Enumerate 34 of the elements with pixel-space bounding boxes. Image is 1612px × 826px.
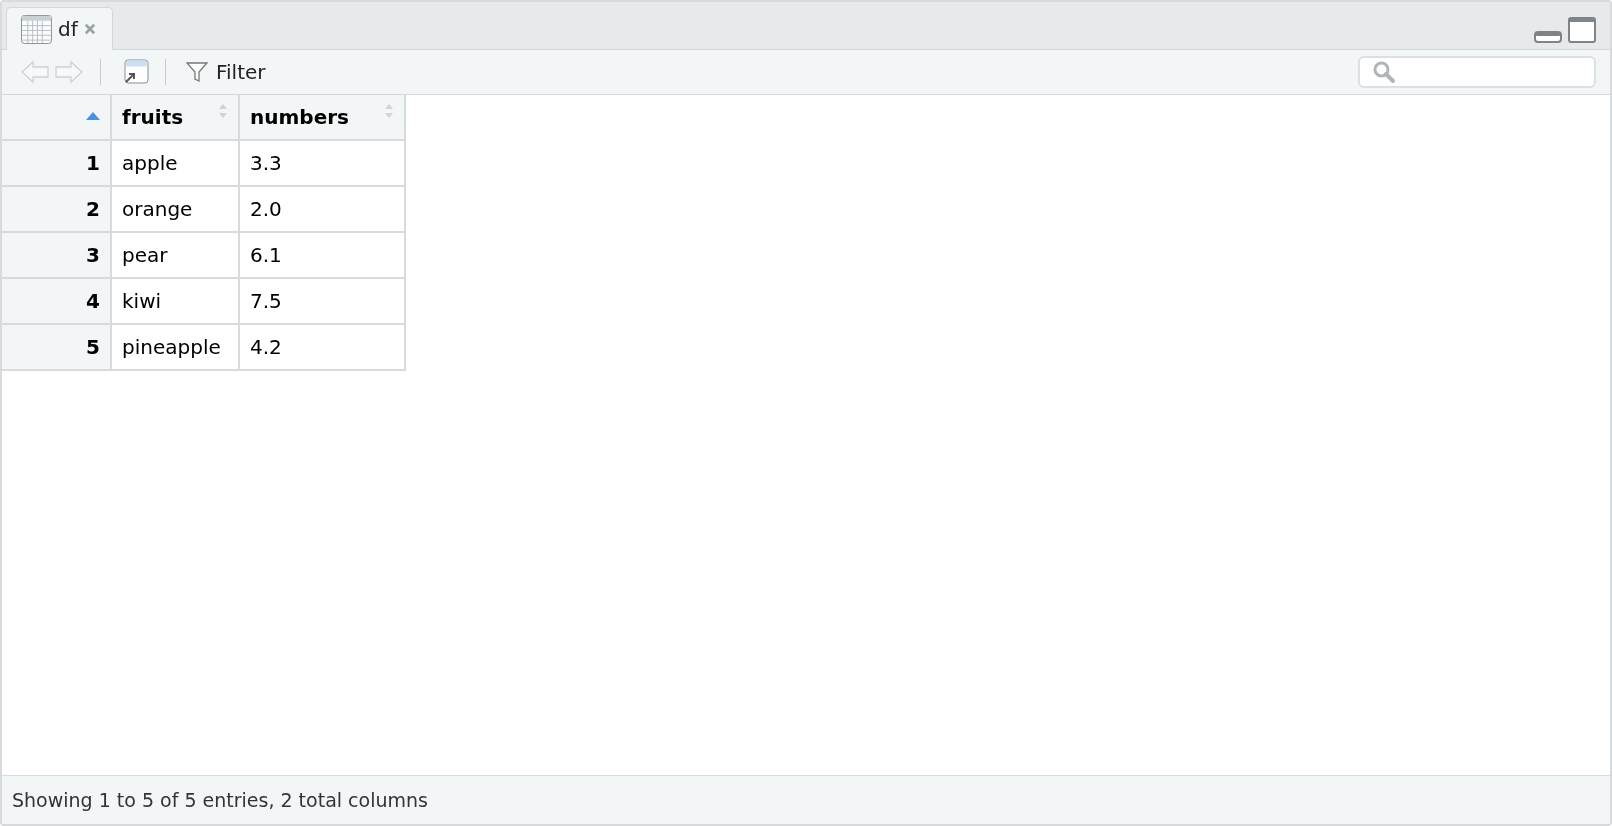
editor-tab[interactable]: df xyxy=(6,7,113,50)
tab-label: df xyxy=(58,17,78,41)
table-cell: 2.0 xyxy=(239,186,405,232)
filter-button[interactable]: Filter xyxy=(182,60,270,84)
table-cell: pineapple xyxy=(111,324,239,370)
table-cell: 4.2 xyxy=(239,324,405,370)
filter-icon xyxy=(186,61,208,83)
sort-icon[interactable] xyxy=(218,103,228,119)
row-number: 4 xyxy=(2,278,111,324)
status-bar: Showing 1 to 5 of 5 entries, 2 total columns xyxy=(2,775,1610,824)
table-cell: 6.1 xyxy=(239,232,405,278)
maximize-icon[interactable] xyxy=(1568,17,1596,43)
row-number: 2 xyxy=(2,186,111,232)
search-field[interactable] xyxy=(1358,56,1596,88)
sort-icon[interactable] xyxy=(384,103,394,119)
row-number: 5 xyxy=(2,324,111,370)
table-cell: apple xyxy=(111,140,239,186)
table-cell: orange xyxy=(111,186,239,232)
table-cell: 7.5 xyxy=(239,278,405,324)
table-cell: pear xyxy=(111,232,239,278)
row-number: 1 xyxy=(2,140,111,186)
column-header[interactable]: numbers xyxy=(239,95,405,140)
close-icon[interactable] xyxy=(83,23,96,35)
sort-ascending-icon[interactable] xyxy=(86,112,100,120)
minimize-icon[interactable] xyxy=(1534,31,1562,43)
search-icon xyxy=(1372,60,1396,84)
header-label: fruits xyxy=(122,105,184,129)
table-icon xyxy=(21,14,52,44)
column-header[interactable] xyxy=(2,95,111,140)
column-header[interactable]: fruits xyxy=(111,95,239,140)
table-cell: 3.3 xyxy=(239,140,405,186)
table-cell: kiwi xyxy=(111,278,239,324)
row-number: 3 xyxy=(2,232,111,278)
header-label: numbers xyxy=(250,105,349,129)
